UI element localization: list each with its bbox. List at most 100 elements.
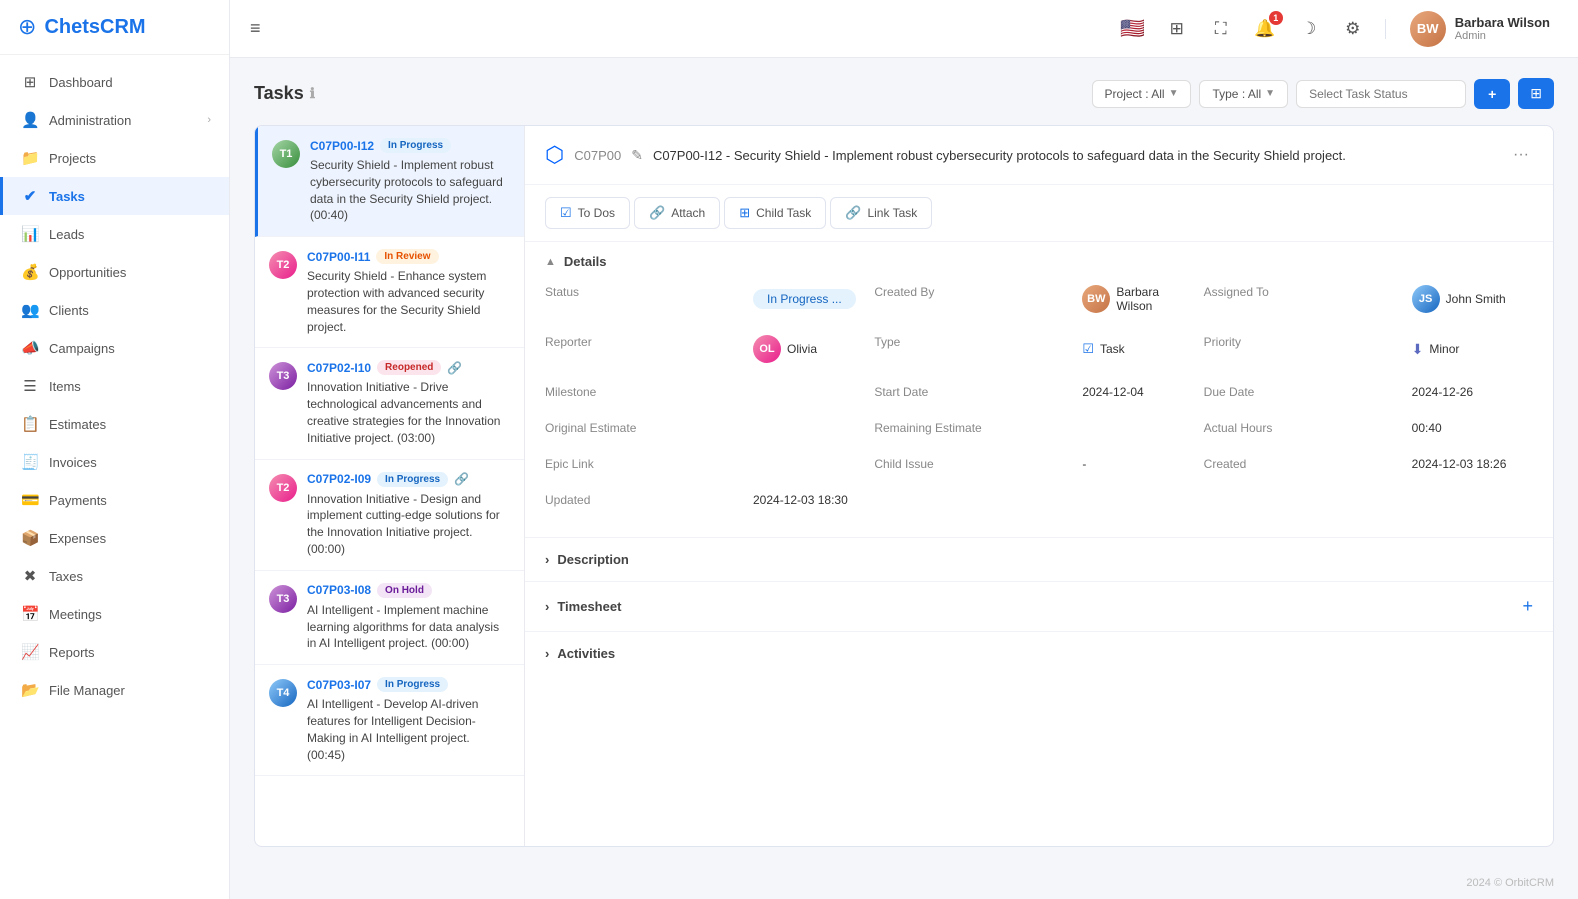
created-by-label: Created By <box>874 279 1074 319</box>
sidebar-label-expenses: Expenses <box>49 531 106 546</box>
user-menu[interactable]: BW Barbara Wilson Admin <box>1402 7 1558 51</box>
avatar: BW <box>1410 11 1446 47</box>
tab-todos[interactable]: ☑ To Dos <box>545 197 630 229</box>
sidebar-label-payments: Payments <box>49 493 107 508</box>
task-avatar: T4 <box>269 679 297 707</box>
task-id: C07P02-I10 <box>307 361 371 375</box>
sidebar-item-campaigns[interactable]: 📣 Campaigns <box>0 329 229 367</box>
sidebar-item-tasks[interactable]: ✔ Tasks <box>0 177 229 215</box>
details-section-header[interactable]: ▲ Details <box>545 242 1533 279</box>
topbar: ≡ 🇺🇸 ⊞ ⛶ 🔔 1 ☽ ⚙ BW Barbara Wilson Admin <box>230 0 1578 58</box>
child-issue-value: - <box>1074 451 1203 477</box>
link-icon: 🔗 <box>454 472 469 486</box>
assigned-to-avatar: JS <box>1412 285 1440 313</box>
sidebar-label-administration: Administration <box>49 113 131 128</box>
sidebar-item-file-manager[interactable]: 📂 File Manager <box>0 671 229 709</box>
sidebar-item-taxes[interactable]: ✖ Taxes <box>0 557 229 595</box>
task-list: T1 C07P00-I12 In Progress Security Shiel… <box>255 126 525 846</box>
assigned-to-value: JS John Smith <box>1404 279 1533 319</box>
task-item[interactable]: T3 C07P03-I08 On Hold AI Intelligent - I… <box>255 571 524 665</box>
tab-attach[interactable]: 🔗 Attach <box>634 197 720 229</box>
actual-hours-value: 00:40 <box>1404 415 1533 441</box>
tab-link-task[interactable]: 🔗 Link Task <box>830 197 932 229</box>
description-header[interactable]: › Description <box>525 538 1553 581</box>
flag-icon[interactable]: 🇺🇸 <box>1117 13 1149 45</box>
tab-label-link-task: Link Task <box>867 206 917 220</box>
details-grid: Status In Progress ... Created By BW Bar… <box>545 279 1533 521</box>
add-task-button[interactable]: + <box>1474 79 1510 109</box>
task-text: AI Intelligent - Develop AI-driven featu… <box>307 696 510 763</box>
task-item[interactable]: T3 C07P02-I10 Reopened 🔗 Innovation Init… <box>255 348 524 459</box>
sidebar-item-items[interactable]: ☰ Items <box>0 367 229 405</box>
task-item[interactable]: T1 C07P00-I12 In Progress Security Shiel… <box>255 126 524 237</box>
details-section: ▲ Details Status In Progress ... Created… <box>525 242 1553 537</box>
epic-link-value <box>745 451 874 477</box>
sidebar-item-payments[interactable]: 💳 Payments <box>0 481 229 519</box>
more-options-button[interactable]: ··· <box>1509 146 1533 164</box>
tab-child-task[interactable]: ⊞ Child Task <box>724 197 826 229</box>
reporter-label: Reporter <box>545 329 745 369</box>
hamburger-icon[interactable]: ≡ <box>250 18 261 39</box>
info-icon[interactable]: ℹ <box>310 85 315 102</box>
type-value: ☑ Task <box>1074 329 1203 369</box>
task-item[interactable]: T4 C07P03-I07 In Progress AI Intelligent… <box>255 665 524 776</box>
leads-nav-icon: 📊 <box>21 225 39 243</box>
logo-area: ⊕ ChetsCRM <box>0 0 229 55</box>
sidebar-item-meetings[interactable]: 📅 Meetings <box>0 595 229 633</box>
task-avatar: T2 <box>269 251 297 279</box>
project-filter[interactable]: Project : All ▼ <box>1092 80 1192 108</box>
original-estimate-label: Original Estimate <box>545 415 745 441</box>
child-issue-label: Child Issue <box>874 451 1074 477</box>
expand-icon[interactable]: ⛶ <box>1205 13 1237 45</box>
invoices-nav-icon: 🧾 <box>21 453 39 471</box>
campaigns-nav-icon: 📣 <box>21 339 39 357</box>
priority-value: ⬇ Minor <box>1404 329 1533 369</box>
task-item[interactable]: T2 C07P00-I11 In Review Security Shield … <box>255 237 524 348</box>
attach-icon: 🔗 <box>649 205 665 221</box>
reporter-value: OL Olivia <box>745 329 874 369</box>
status-search[interactable] <box>1296 80 1466 108</box>
chevron-icon: › <box>545 599 549 614</box>
add-timesheet-button[interactable]: + <box>1522 596 1533 617</box>
tasks-title: Tasks ℹ <box>254 83 315 104</box>
sidebar-label-campaigns: Campaigns <box>49 341 115 356</box>
sidebar-item-projects[interactable]: 📁 Projects <box>0 139 229 177</box>
sidebar-item-administration[interactable]: 👤 Administration › <box>0 101 229 139</box>
sidebar-item-opportunities[interactable]: 💰 Opportunities <box>0 253 229 291</box>
payments-nav-icon: 💳 <box>21 491 39 509</box>
sidebar-item-leads[interactable]: 📊 Leads <box>0 215 229 253</box>
timesheet-header[interactable]: › Timesheet + <box>525 582 1553 631</box>
task-badge: In Progress <box>377 472 448 487</box>
sidebar-nav: ⊞ Dashboard 👤 Administration › 📁 Project… <box>0 55 229 899</box>
sidebar-label-reports: Reports <box>49 645 95 660</box>
notification-icon[interactable]: 🔔 1 <box>1249 13 1281 45</box>
edit-icon[interactable]: ✎ <box>631 147 643 164</box>
sidebar-item-invoices[interactable]: 🧾 Invoices <box>0 443 229 481</box>
sidebar-label-tasks: Tasks <box>49 189 85 204</box>
chevron-icon: › <box>545 552 549 567</box>
task-badge: In Review <box>376 249 438 264</box>
task-avatar: T1 <box>272 140 300 168</box>
type-filter[interactable]: Type : All ▼ <box>1199 80 1288 108</box>
sidebar-label-items: Items <box>49 379 81 394</box>
priority-icon: ⬇ <box>1412 341 1424 358</box>
tab-label-todos: To Dos <box>578 206 615 220</box>
assigned-to-label: Assigned To <box>1204 279 1404 319</box>
task-item[interactable]: T2 C07P02-I09 In Progress 🔗 Innovation I… <box>255 460 524 571</box>
sidebar-item-estimates[interactable]: 📋 Estimates <box>0 405 229 443</box>
activities-header[interactable]: › Activities <box>525 632 1553 675</box>
sidebar-label-opportunities: Opportunities <box>49 265 126 280</box>
sidebar-item-clients[interactable]: 👥 Clients <box>0 291 229 329</box>
sidebar-item-expenses[interactable]: 📦 Expenses <box>0 519 229 557</box>
expenses-nav-icon: 📦 <box>21 529 39 547</box>
sidebar-item-reports[interactable]: 📈 Reports <box>0 633 229 671</box>
darkmode-icon[interactable]: ☽ <box>1293 13 1325 45</box>
sidebar-label-dashboard: Dashboard <box>49 75 113 90</box>
grid-icon[interactable]: ⊞ <box>1161 13 1193 45</box>
status-pill[interactable]: In Progress ... <box>753 289 856 309</box>
chevron-icon: › <box>545 646 549 661</box>
settings-icon[interactable]: ⚙ <box>1337 13 1369 45</box>
grid-view-button[interactable]: ⊞ <box>1518 78 1554 109</box>
logo-text: ChetsCRM <box>44 16 145 39</box>
sidebar-item-dashboard[interactable]: ⊞ Dashboard <box>0 63 229 101</box>
